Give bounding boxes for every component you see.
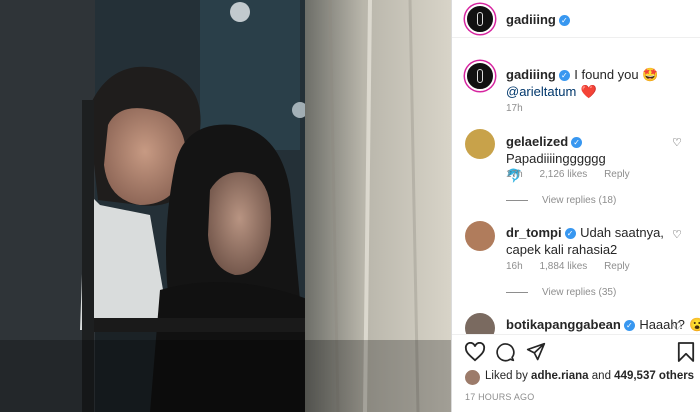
comment-like-heart-icon[interactable]: ♡ bbox=[672, 320, 682, 333]
comment-2: dr_tompi ✓ Udah saatnya, capek kali rahas… bbox=[506, 224, 671, 258]
comment-reply[interactable]: Reply bbox=[604, 169, 630, 180]
author-row: gadiiing ✓ bbox=[506, 11, 570, 29]
verified-badge-icon: ✓ bbox=[558, 70, 570, 81]
comment-username[interactable]: botikapanggabean bbox=[506, 317, 621, 332]
post-actions: Liked by adhe.riana and 449,537 others 1… bbox=[452, 334, 700, 412]
caption-text: I found you 🤩 bbox=[574, 67, 659, 82]
post-side-panel: gadiiing ✓ gadiiing ✓ I found you 🤩 @ariel… bbox=[451, 0, 700, 412]
comment-username[interactable]: gelaelized bbox=[506, 134, 568, 149]
author-username[interactable]: gadiiing bbox=[506, 12, 556, 27]
comment-like-heart-icon[interactable]: ♡ bbox=[672, 136, 682, 149]
caption-avatar[interactable] bbox=[465, 61, 495, 91]
post-photo bbox=[0, 0, 451, 412]
liked-by-user[interactable]: adhe.riana bbox=[531, 370, 589, 382]
view-replies-label[interactable]: View replies (18) bbox=[542, 195, 616, 206]
comment-1-meta: 17h 2,126 likes Reply bbox=[506, 169, 644, 180]
comment-emoji: 😮 bbox=[689, 317, 700, 332]
share-icon[interactable] bbox=[526, 342, 546, 362]
bookmark-icon[interactable] bbox=[677, 342, 695, 362]
verified-badge-icon: ✓ bbox=[558, 15, 570, 26]
liked-by-prefix: Liked by bbox=[485, 370, 528, 382]
liked-by-others[interactable]: 449,537 others bbox=[614, 370, 694, 382]
view-replies-1[interactable]: View replies (18) bbox=[506, 195, 630, 206]
comment-time[interactable]: 17h bbox=[506, 169, 523, 180]
author-avatar[interactable] bbox=[465, 4, 495, 34]
comment-avatar[interactable] bbox=[465, 221, 495, 251]
comment-likes[interactable]: 2,126 likes bbox=[539, 169, 587, 180]
photo-illustration bbox=[0, 0, 451, 412]
caption-time[interactable]: 17h bbox=[506, 103, 523, 114]
comment-3: botikapanggabean ✓ Haaah? 😮 bbox=[506, 316, 700, 333]
comment-likes[interactable]: 1,884 likes bbox=[539, 261, 587, 272]
comment-username[interactable]: dr_tompi bbox=[506, 225, 562, 240]
comment-avatar[interactable] bbox=[465, 129, 495, 159]
comment-icon[interactable] bbox=[495, 342, 515, 362]
comment-time[interactable]: 16h bbox=[506, 261, 523, 272]
heart-icon[interactable] bbox=[464, 342, 486, 362]
verified-badge-icon: ✓ bbox=[571, 137, 583, 148]
caption: gadiiing ✓ I found you 🤩 @arieltatum ❤️ bbox=[506, 66, 691, 100]
liked-by: Liked by adhe.riana and 449,537 others bbox=[485, 370, 694, 382]
post-timestamp[interactable]: 17 HOURS AGO bbox=[465, 392, 534, 402]
liked-by-and: and bbox=[591, 370, 611, 382]
comment-reply[interactable]: Reply bbox=[604, 261, 630, 272]
caption-heart-emoji: ❤️ bbox=[580, 84, 597, 99]
caption-mention[interactable]: @arieltatum bbox=[506, 84, 576, 99]
liker-avatar[interactable] bbox=[465, 370, 480, 385]
verified-badge-icon: ✓ bbox=[623, 320, 635, 331]
comment-like-heart-icon[interactable]: ♡ bbox=[672, 228, 682, 241]
view-replies-line bbox=[506, 291, 528, 293]
caption-username[interactable]: gadiiing bbox=[506, 67, 556, 82]
verified-badge-icon: ✓ bbox=[564, 228, 576, 239]
comment-2-meta: 16h 1,884 likes Reply bbox=[506, 261, 644, 272]
comment-text: Papadiiiingggggg bbox=[506, 151, 606, 166]
view-replies-2[interactable]: View replies (35) bbox=[506, 287, 630, 298]
view-replies-line bbox=[506, 199, 528, 201]
post-header: gadiiing ✓ bbox=[452, 0, 700, 38]
view-replies-label[interactable]: View replies (35) bbox=[542, 287, 616, 298]
